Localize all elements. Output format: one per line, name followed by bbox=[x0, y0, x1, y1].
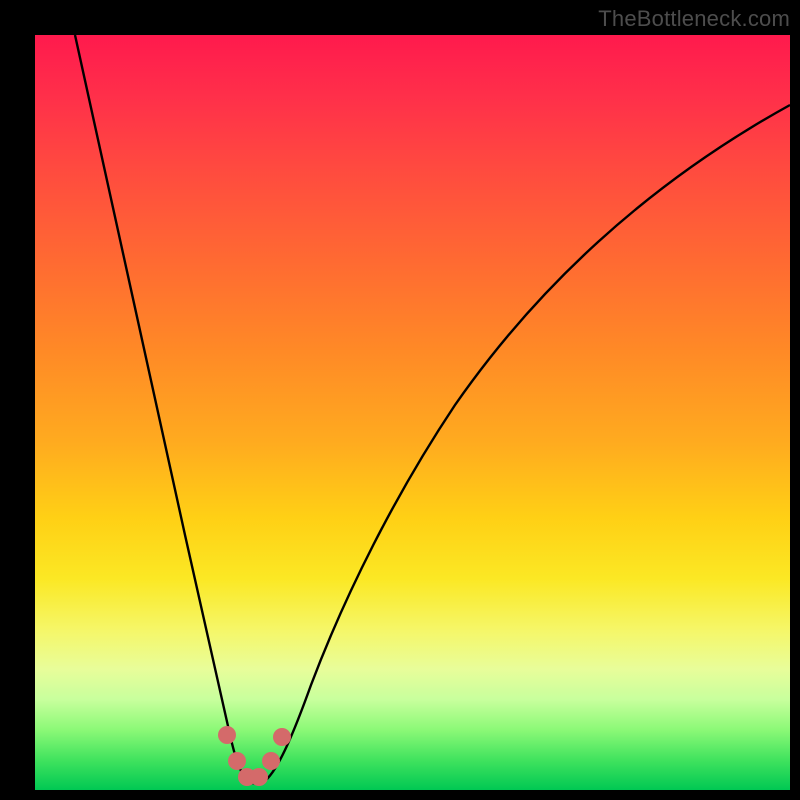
chart-frame: TheBottleneck.com bbox=[0, 0, 800, 800]
marker-dot bbox=[228, 752, 246, 770]
bottleneck-curve bbox=[35, 35, 790, 790]
trough-markers bbox=[218, 726, 291, 786]
marker-dot bbox=[273, 728, 291, 746]
marker-dot bbox=[250, 768, 268, 786]
marker-dot bbox=[218, 726, 236, 744]
watermark-text: TheBottleneck.com bbox=[598, 6, 790, 32]
marker-dot bbox=[262, 752, 280, 770]
curve-path bbox=[75, 35, 790, 784]
plot-area bbox=[35, 35, 790, 790]
